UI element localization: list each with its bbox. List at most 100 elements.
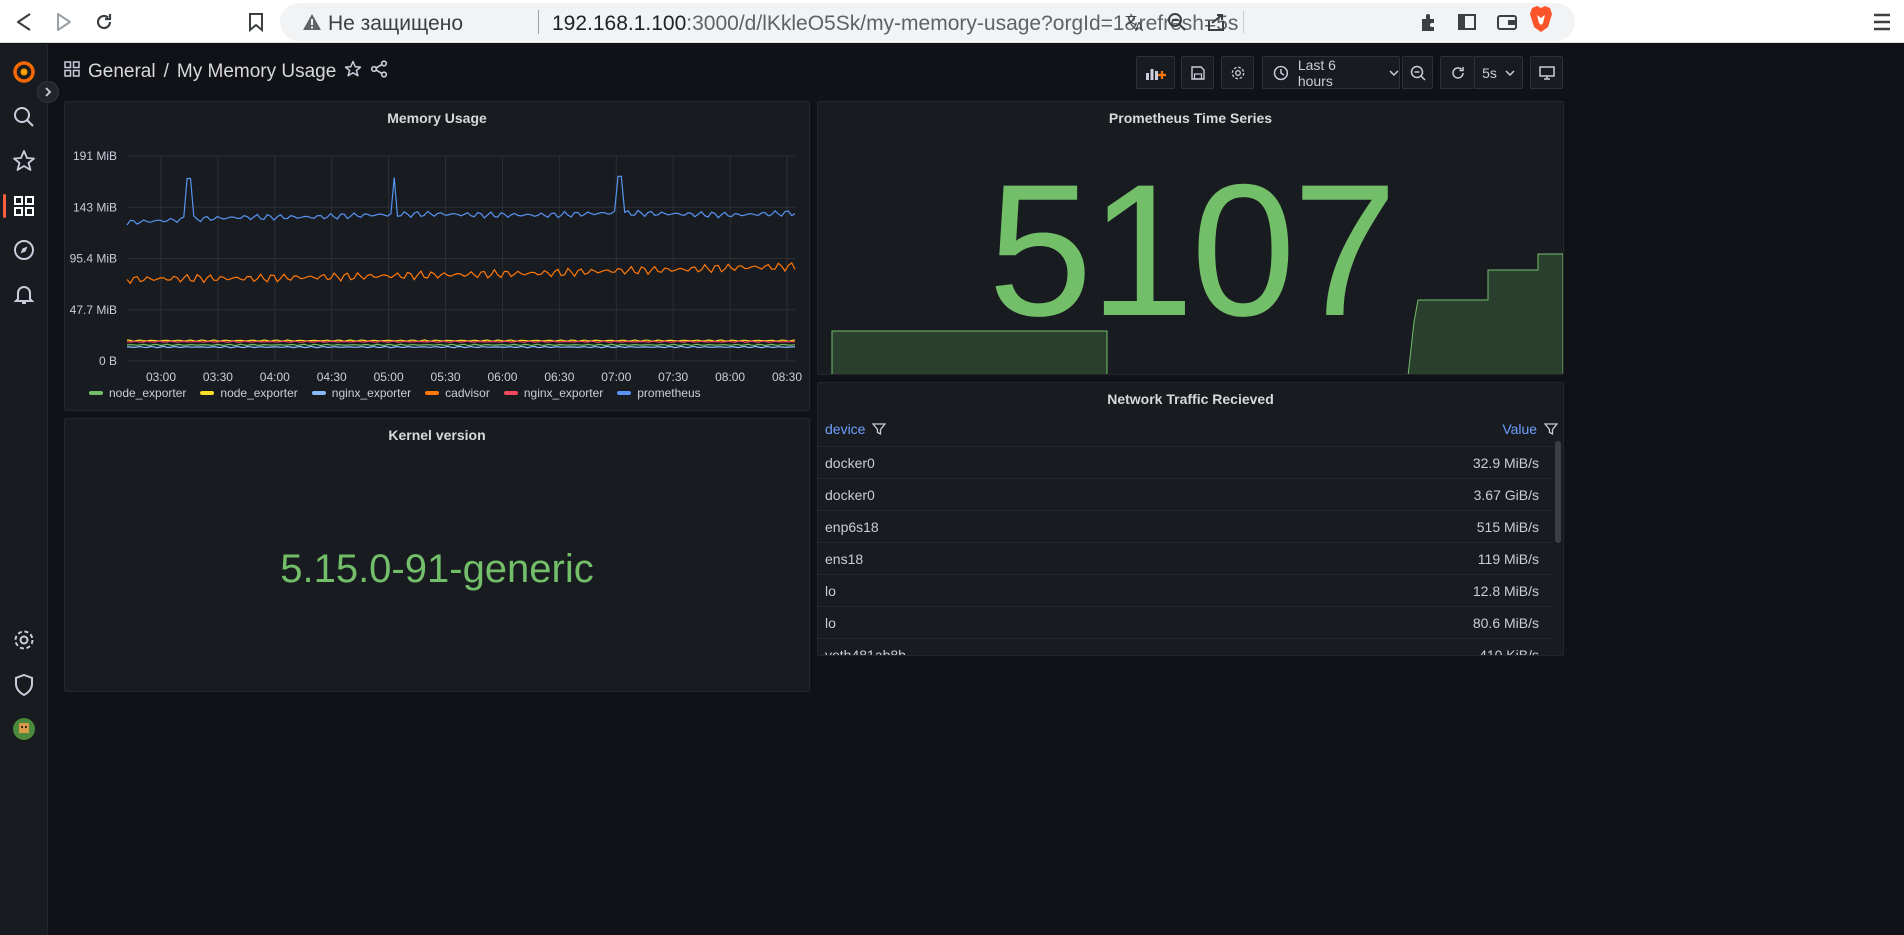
y-tick-label: 143 MiB <box>73 200 117 214</box>
table-row[interactable]: enp6s18 515 MiB/s <box>818 511 1553 543</box>
x-tick-label: 03:00 <box>146 370 176 382</box>
gear-icon <box>1231 66 1244 79</box>
cell-device: lo <box>825 615 836 631</box>
column-label: device <box>825 421 866 437</box>
cell-device: veth481ab8b <box>825 647 906 656</box>
x-tick-label: 03:30 <box>203 370 233 382</box>
save-dashboard-button[interactable] <box>1181 56 1214 89</box>
save-icon <box>1190 65 1205 80</box>
sidebar-icon[interactable] <box>1451 6 1483 38</box>
x-tick-label: 07:00 <box>601 370 631 382</box>
legend-swatch <box>503 391 518 395</box>
legend-item[interactable]: nginx_exporter <box>311 386 411 400</box>
zoom-out-icon <box>1410 65 1426 81</box>
share-icon[interactable] <box>1206 12 1226 37</box>
explore-icon[interactable] <box>12 238 36 262</box>
kernel-version-panel[interactable]: Kernel version 5.15.0-91-generic <box>64 418 810 692</box>
filter-icon[interactable] <box>1543 422 1559 436</box>
back-icon[interactable] <box>8 6 40 38</box>
legend-item[interactable]: node_exporter <box>89 386 186 400</box>
add-panel-button[interactable] <box>1136 56 1175 89</box>
dashboard-topbar: General / My Memory Usage Last 6 hours 5… <box>48 44 1904 100</box>
table-row[interactable]: ens18 119 MiB/s <box>818 543 1553 575</box>
y-tick-label: 191 MiB <box>73 149 117 163</box>
series-line <box>126 175 796 226</box>
menu-expand-button[interactable] <box>37 81 59 103</box>
x-tick-label: 06:00 <box>487 370 517 382</box>
x-tick-label: 05:00 <box>374 370 404 382</box>
filter-icon[interactable] <box>871 422 887 436</box>
wallet-icon[interactable] <box>1491 6 1523 38</box>
time-range-picker[interactable]: Last 6 hours <box>1262 56 1400 89</box>
cell-device: docker0 <box>825 455 875 471</box>
dashboard-settings-button[interactable] <box>1221 56 1254 89</box>
series-line <box>126 339 796 342</box>
share-dashboard-icon[interactable] <box>370 60 388 84</box>
shield-icon[interactable] <box>12 673 36 697</box>
legend-item[interactable]: cadvisor <box>425 386 490 400</box>
prometheus-stat-panel[interactable]: Prometheus Time Series 5107 <box>817 101 1564 375</box>
network-traffic-panel[interactable]: Network Traffic Recieved device Value do… <box>817 382 1564 656</box>
table-scrollbar[interactable] <box>1555 441 1561 543</box>
table-row[interactable]: docker0 3.67 GiB/s <box>818 479 1553 511</box>
legend-label: prometheus <box>637 386 701 400</box>
brave-shield-icon[interactable] <box>1528 5 1554 33</box>
refresh-button[interactable] <box>1440 56 1474 89</box>
forward-icon[interactable] <box>48 6 80 38</box>
legend-swatch <box>89 391 103 395</box>
address-bar[interactable]: Не защищено 192.168.1.100:3000/d/lKkleO5… <box>280 3 1575 41</box>
extensions-icon[interactable] <box>1413 6 1445 38</box>
memory-usage-panel[interactable]: Memory Usage 191 MiB 143 MiB 95.4 MiB 47.7 … <box>64 101 810 411</box>
refresh-icon <box>1451 66 1464 79</box>
legend-item[interactable]: prometheus <box>617 386 701 400</box>
search-icon[interactable] <box>12 105 36 129</box>
table-row[interactable]: veth481ab8b 410 KiB/s <box>818 639 1553 656</box>
column-header-device[interactable]: device <box>825 421 887 437</box>
column-header-value[interactable]: Value <box>1502 421 1559 437</box>
dashboards-icon[interactable] <box>12 194 36 218</box>
x-tick-label: 08:30 <box>772 370 802 382</box>
settings-icon[interactable] <box>12 628 36 652</box>
user-avatar[interactable] <box>12 717 36 741</box>
legend-swatch <box>200 391 215 395</box>
table-row[interactable]: lo 80.6 MiB/s <box>818 607 1553 639</box>
grafana-logo-icon[interactable] <box>12 60 36 84</box>
table-row[interactable]: lo 12.8 MiB/s <box>818 575 1553 607</box>
dashboard-title[interactable]: My Memory Usage <box>177 61 336 83</box>
y-tick-label: 95.4 MiB <box>70 252 117 266</box>
legend-label: nginx_exporter <box>523 386 604 400</box>
legend-item[interactable]: nginx_exporter <box>503 386 604 400</box>
x-tick-label: 04:00 <box>260 370 290 382</box>
cell-value: 515 MiB/s <box>1476 519 1539 535</box>
chevron-down-icon <box>1505 69 1515 76</box>
legend-item[interactable]: node_exporter <box>200 386 298 400</box>
tv-mode-button[interactable] <box>1530 56 1563 89</box>
table-row[interactable]: docker0 32.9 MiB/s <box>818 447 1553 479</box>
memory-chart: 191 MiB 143 MiB 95.4 MiB 47.7 MiB 0 B 03:00 03… <box>70 149 803 382</box>
stat-value: 5107 <box>988 145 1397 355</box>
kernel-version-value: 5.15.0-91-generic <box>280 547 594 591</box>
zoom-out-button[interactable] <box>1402 56 1433 89</box>
translate-icon[interactable]: 文A <box>1125 12 1147 37</box>
breadcrumb: General / My Memory Usage <box>64 60 388 84</box>
reload-icon[interactable] <box>88 6 120 38</box>
folder-link[interactable]: General <box>88 61 156 83</box>
cell-value: 80.6 MiB/s <box>1472 615 1539 631</box>
refresh-interval-picker[interactable]: 5s <box>1474 56 1523 89</box>
menu-icon[interactable] <box>1866 6 1898 38</box>
bookmark-icon[interactable] <box>240 6 272 38</box>
svg-text:A: A <box>1135 20 1144 32</box>
apps-icon <box>64 61 80 83</box>
zoom-icon[interactable] <box>1167 12 1187 37</box>
chevron-down-icon <box>1389 69 1399 76</box>
star-icon[interactable] <box>344 60 362 84</box>
cell-device: docker0 <box>825 487 875 503</box>
insecure-label: Не защищено <box>328 12 463 35</box>
starred-icon[interactable] <box>12 149 36 173</box>
clock-icon <box>1273 65 1289 80</box>
alerting-icon[interactable] <box>12 282 36 306</box>
url-host: 192.168.1.100 <box>552 12 687 35</box>
cell-device: ens18 <box>825 551 864 567</box>
x-tick-label: 05:30 <box>431 370 461 382</box>
table-header: device Value <box>818 413 1563 447</box>
